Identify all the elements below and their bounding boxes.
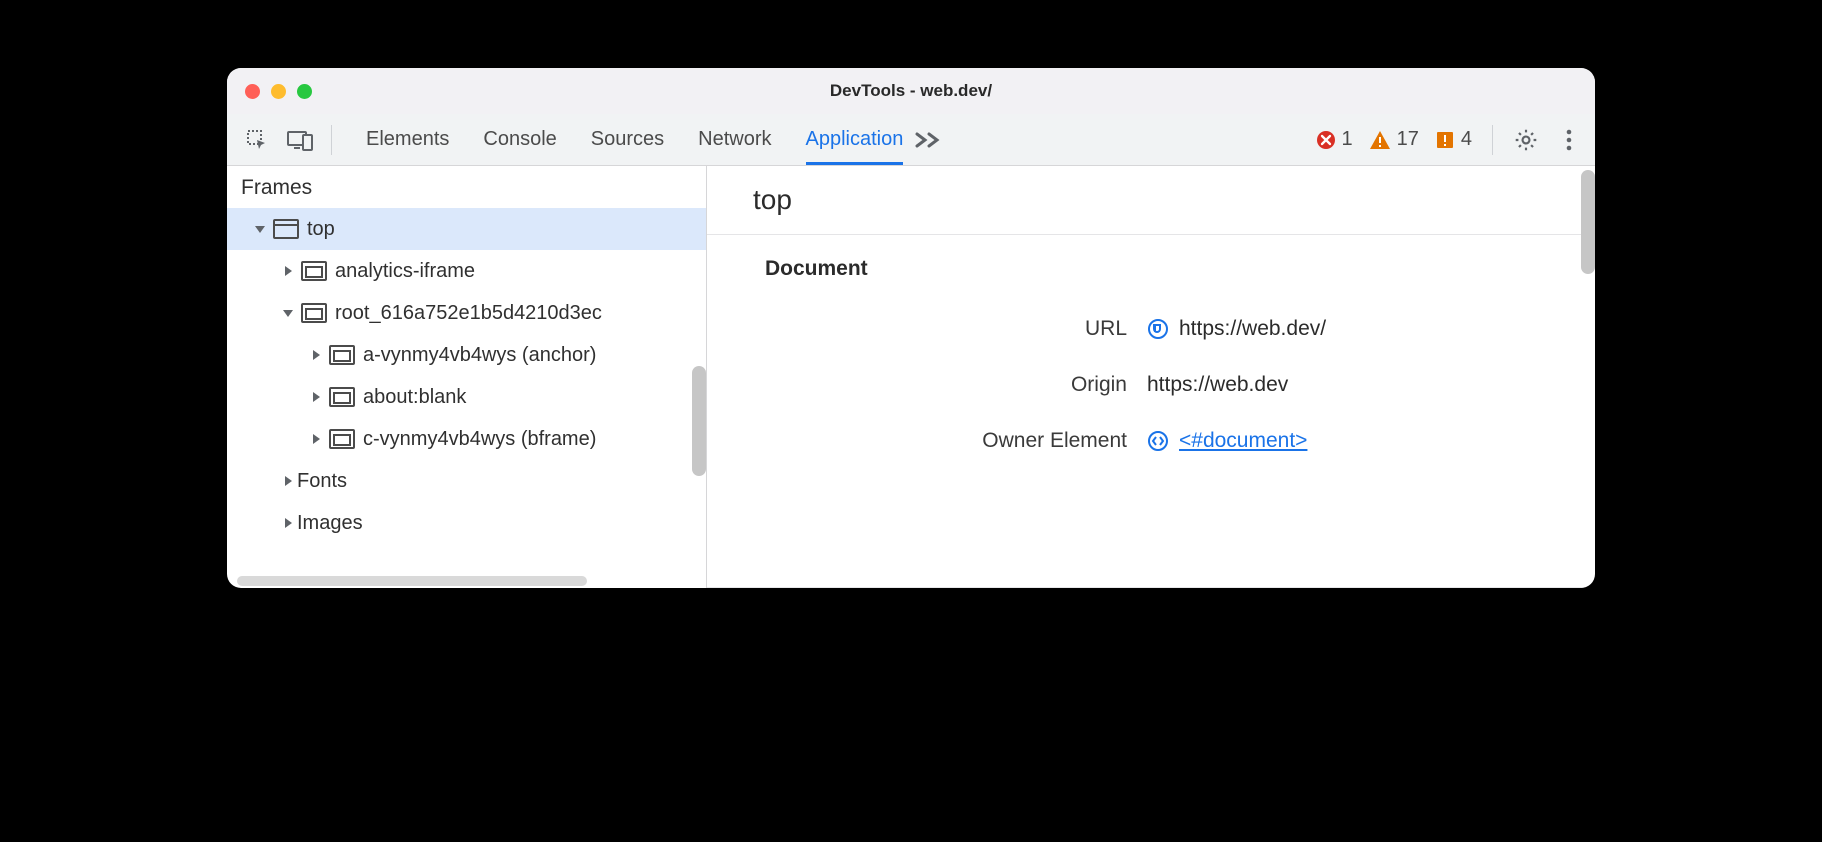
iframe-icon xyxy=(329,429,355,449)
tree-item-frame-c[interactable]: c-vynmy4vb4wys (bframe) xyxy=(227,418,706,460)
window-controls xyxy=(227,84,312,99)
errors-counter[interactable]: 1 xyxy=(1316,128,1353,151)
tree-item-about-blank[interactable]: about:blank xyxy=(227,376,706,418)
device-toolbar-icon[interactable] xyxy=(287,129,313,151)
window-frame-icon xyxy=(273,219,299,239)
tree-item-label: Images xyxy=(297,512,363,535)
sidebar-header: Frames xyxy=(227,166,706,208)
error-icon xyxy=(1316,130,1336,150)
more-tabs-button[interactable] xyxy=(903,130,951,150)
issues-icon xyxy=(1435,130,1455,150)
row-origin: Origin https://web.dev xyxy=(707,357,1595,413)
issues-counter[interactable]: 4 xyxy=(1435,128,1472,151)
panel-tabs: Elements Console Sources Network Applica… xyxy=(340,114,903,165)
tab-sources[interactable]: Sources xyxy=(591,114,664,165)
devtools-window: DevTools - web.dev/ Elements Console xyxy=(227,68,1595,588)
close-window-button[interactable] xyxy=(245,84,260,99)
tab-application[interactable]: Application xyxy=(806,114,904,165)
issues-count: 4 xyxy=(1461,128,1472,151)
tree-item-analytics-iframe[interactable]: analytics-iframe xyxy=(227,250,706,292)
tree-item-label: c-vynmy4vb4wys (bframe) xyxy=(363,428,596,451)
frames-sidebar: Frames top xyxy=(227,166,707,588)
sidebar-horizontal-scrollbar[interactable] xyxy=(237,576,587,586)
iframe-icon xyxy=(329,387,355,407)
toolbar-separator xyxy=(331,125,332,155)
iframe-icon xyxy=(301,261,327,281)
reveal-in-elements-icon[interactable] xyxy=(1147,430,1169,452)
frame-details-panel: top Document URL https://web.dev/ xyxy=(707,166,1595,588)
tree-item-root[interactable]: root_616a752e1b5d4210d3ec xyxy=(227,292,706,334)
tab-elements[interactable]: Elements xyxy=(366,114,449,165)
row-url: URL https://web.dev/ xyxy=(707,301,1595,357)
origin-value: https://web.dev xyxy=(1147,373,1288,397)
owner-element-link[interactable]: <#document> xyxy=(1179,429,1307,453)
content-area: Frames top xyxy=(227,166,1595,588)
disclosure-right-icon[interactable] xyxy=(307,391,325,403)
warnings-counter[interactable]: 17 xyxy=(1369,128,1419,151)
iframe-icon xyxy=(301,303,327,323)
main-vertical-scrollbar[interactable] xyxy=(1581,170,1595,274)
settings-icon[interactable] xyxy=(1501,127,1551,153)
document-section-header: Document xyxy=(707,235,1595,291)
tab-network[interactable]: Network xyxy=(698,114,771,165)
disclosure-right-icon[interactable] xyxy=(279,475,297,487)
frame-title: top xyxy=(707,166,1595,235)
window-title: DevTools - web.dev/ xyxy=(227,81,1595,101)
origin-label: Origin xyxy=(707,373,1147,397)
url-label: URL xyxy=(707,317,1147,341)
tree-item-label: Fonts xyxy=(297,470,347,493)
tree-item-label: root_616a752e1b5d4210d3ec xyxy=(335,302,602,325)
disclosure-right-icon[interactable] xyxy=(279,265,297,277)
more-menu-icon[interactable] xyxy=(1551,128,1587,152)
toolbar-separator-2 xyxy=(1492,125,1493,155)
section-divider xyxy=(707,587,1595,588)
frames-tree: top analytics-iframe xyxy=(227,208,706,544)
tree-item-label: analytics-iframe xyxy=(335,260,475,283)
disclosure-right-icon[interactable] xyxy=(279,517,297,529)
disclosure-right-icon[interactable] xyxy=(307,349,325,361)
maximize-window-button[interactable] xyxy=(297,84,312,99)
tab-console[interactable]: Console xyxy=(483,114,556,165)
tree-item-label: a-vynmy4vb4wys (anchor) xyxy=(363,344,596,367)
tree-item-label: about:blank xyxy=(363,386,466,409)
url-value[interactable]: https://web.dev/ xyxy=(1179,317,1326,341)
minimize-window-button[interactable] xyxy=(271,84,286,99)
disclosure-right-icon[interactable] xyxy=(307,433,325,445)
inspect-element-icon[interactable] xyxy=(245,128,269,152)
row-owner-element: Owner Element <#document> xyxy=(707,413,1595,469)
sidebar-vertical-scrollbar[interactable] xyxy=(692,366,706,476)
disclosure-down-icon[interactable] xyxy=(279,307,297,319)
tree-item-images[interactable]: Images xyxy=(227,502,706,544)
warnings-count: 17 xyxy=(1397,128,1419,151)
owner-element-label: Owner Element xyxy=(707,429,1147,453)
tree-item-top[interactable]: top xyxy=(227,208,706,250)
tree-item-label: top xyxy=(307,218,335,241)
warning-icon xyxy=(1369,130,1391,150)
tree-item-frame-a[interactable]: a-vynmy4vb4wys (anchor) xyxy=(227,334,706,376)
document-properties: URL https://web.dev/ Origin xyxy=(707,291,1595,469)
reveal-in-sources-icon[interactable] xyxy=(1147,318,1169,340)
errors-count: 1 xyxy=(1342,128,1353,151)
tree-item-fonts[interactable]: Fonts xyxy=(227,460,706,502)
iframe-icon xyxy=(329,345,355,365)
disclosure-down-icon[interactable] xyxy=(251,223,269,235)
titlebar: DevTools - web.dev/ xyxy=(227,68,1595,114)
devtools-toolbar: Elements Console Sources Network Applica… xyxy=(227,114,1595,166)
